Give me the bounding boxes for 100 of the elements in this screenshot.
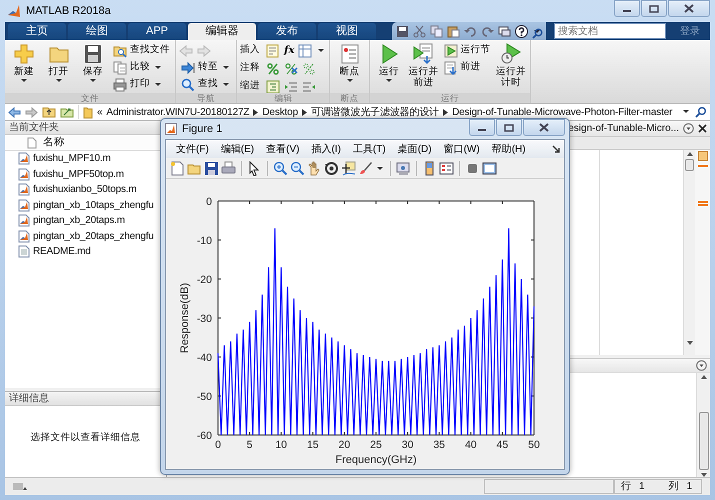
zoom-out-button[interactable] (290, 160, 305, 176)
m-file-icon (18, 214, 30, 228)
editor-tab[interactable]: esign-of-Tunable-Micro... (568, 121, 679, 136)
data-cursor-button[interactable] (341, 160, 356, 176)
cut-button[interactable] (413, 24, 426, 38)
menu-item[interactable]: 工具(T) (346, 142, 392, 156)
link-plot-button[interactable] (396, 160, 411, 176)
indent-icon[interactable] (284, 80, 298, 93)
redo-icon (481, 24, 494, 38)
scrollbar[interactable] (696, 373, 710, 477)
scrollbar-thumb[interactable] (698, 412, 708, 470)
ribbon-button[interactable]: 打开 (42, 43, 75, 84)
zoom-in-button[interactable] (273, 160, 288, 176)
paste-icon (447, 24, 460, 38)
browse-folder-button[interactable] (60, 106, 74, 118)
close-button[interactable] (523, 119, 565, 136)
table-icon[interactable] (298, 44, 312, 58)
file-item[interactable]: README.md (18, 244, 93, 260)
search-field[interactable]: 搜索文档 (554, 23, 666, 39)
save-button[interactable] (396, 24, 409, 38)
search-button[interactable] (695, 106, 707, 118)
ribbon-button[interactable]: 查找文件 (111, 43, 172, 58)
ribbon-button[interactable]: 保存 (76, 43, 110, 84)
document-icon[interactable] (266, 44, 280, 58)
menu-item[interactable]: 插入(I) (305, 142, 347, 156)
minimize-button[interactable] (469, 119, 495, 136)
pan-button[interactable] (307, 160, 322, 176)
save-button[interactable] (204, 160, 219, 176)
ribbon-button[interactable]: 前进 (442, 60, 493, 75)
sign-in-link[interactable]: 登录 (680, 24, 700, 38)
ribbon-button[interactable]: 运行 (372, 43, 406, 84)
ribbon-label: 缩进 (240, 79, 262, 93)
wrap-comment-icon[interactable] (302, 62, 316, 76)
file-item[interactable]: fuxishu_MPF50top.m (18, 166, 126, 182)
outdent-icon[interactable] (302, 80, 316, 93)
menu-item[interactable]: 查看(V) (260, 142, 306, 156)
details-message: 选择文件以查看详细信息 (30, 431, 140, 446)
path-segment[interactable]: Desktop (262, 104, 298, 120)
function-button[interactable]: fx (284, 43, 294, 58)
ribbon-tab[interactable]: APP (128, 23, 186, 40)
maximize-button[interactable] (641, 0, 667, 17)
ribbon-button[interactable]: 转至 (179, 60, 234, 75)
new-figure-button[interactable] (170, 160, 185, 176)
close-icon (698, 124, 707, 133)
ribbon-button[interactable]: 打印 (111, 77, 172, 92)
menu-item[interactable]: 文件(F) (170, 142, 215, 156)
menu-item[interactable]: 窗口(W) (438, 142, 486, 156)
ribbon-button[interactable]: 比较 (111, 60, 172, 75)
folder-up-button[interactable] (42, 106, 56, 118)
paste-button[interactable] (447, 24, 460, 38)
maximize-button[interactable] (496, 119, 522, 136)
minimize-button[interactable] (614, 0, 640, 17)
warning-marker-icon (698, 201, 708, 206)
ribbon-tab[interactable]: 视图 (318, 23, 376, 40)
scrollbar[interactable] (683, 150, 695, 355)
back-button[interactable] (8, 106, 21, 118)
ribbon-button[interactable]: 运行节 (442, 43, 493, 58)
menu-item[interactable]: 桌面(D) (392, 142, 438, 156)
help-button[interactable] (515, 24, 528, 38)
file-item[interactable]: pingtan_xb_20taps.m (18, 213, 127, 228)
ribbon-button[interactable]: 断点 (333, 43, 366, 84)
ribbon-button[interactable]: 新建 (8, 43, 40, 84)
ribbon-tab[interactable]: 编辑器 (188, 23, 256, 40)
ribbon-tab[interactable]: 绘图 (68, 23, 126, 40)
show-plot-tools-button[interactable] (482, 160, 497, 176)
redo-button[interactable] (481, 24, 494, 38)
path-segment[interactable]: 可调谐微波光子滤波器的设计 (311, 104, 440, 120)
pointer-button[interactable] (247, 160, 262, 176)
file-item[interactable]: pingtan_xb_20taps_zhengfu (18, 228, 156, 244)
ribbon-tab[interactable]: 发布 (258, 23, 316, 40)
ribbon-button[interactable]: 查找 (179, 77, 234, 92)
ribbon-button[interactable]: 运行并计时 (494, 43, 527, 88)
path-overflow[interactable]: « (97, 104, 102, 120)
ribbon-tab[interactable]: 主页 (8, 23, 66, 40)
menu-item[interactable]: 编辑(E) (214, 142, 260, 156)
column-header[interactable]: 名称 (43, 134, 65, 150)
dock-icon (552, 144, 560, 153)
copy-button[interactable] (430, 24, 443, 38)
switch-windows-button[interactable] (498, 24, 511, 38)
print-button[interactable] (221, 160, 236, 176)
file-item[interactable]: fuxishuxianbo_50tops.m (18, 182, 138, 198)
back-arrow-icon (8, 106, 21, 118)
file-item[interactable]: fuxishu_MPF10.m (18, 151, 113, 166)
menu-item[interactable]: 帮助(H) (486, 142, 532, 156)
uncomment-icon[interactable] (284, 62, 298, 76)
legend-button[interactable] (439, 160, 454, 176)
scrollbar-thumb[interactable] (685, 159, 694, 171)
rotate-button[interactable] (324, 160, 339, 176)
close-button[interactable] (698, 124, 707, 133)
forward-button[interactable] (25, 106, 38, 118)
path-segment[interactable]: Administrator.WIN7U-20180127Z (106, 104, 250, 120)
path-segment[interactable]: Design-of-Tunable-Microwave-Photon-Filter-master (452, 104, 672, 120)
ribbon-button[interactable]: 运行并前进 (407, 43, 440, 88)
print-icon (113, 78, 128, 92)
brush-button[interactable] (358, 160, 373, 176)
close-button[interactable] (668, 0, 710, 17)
percent-icon[interactable] (266, 62, 280, 76)
undo-button[interactable] (464, 24, 477, 38)
smart-indent-icon[interactable] (266, 80, 280, 93)
file-item[interactable]: pingtan_xb_10taps_zhengfu (18, 198, 156, 213)
